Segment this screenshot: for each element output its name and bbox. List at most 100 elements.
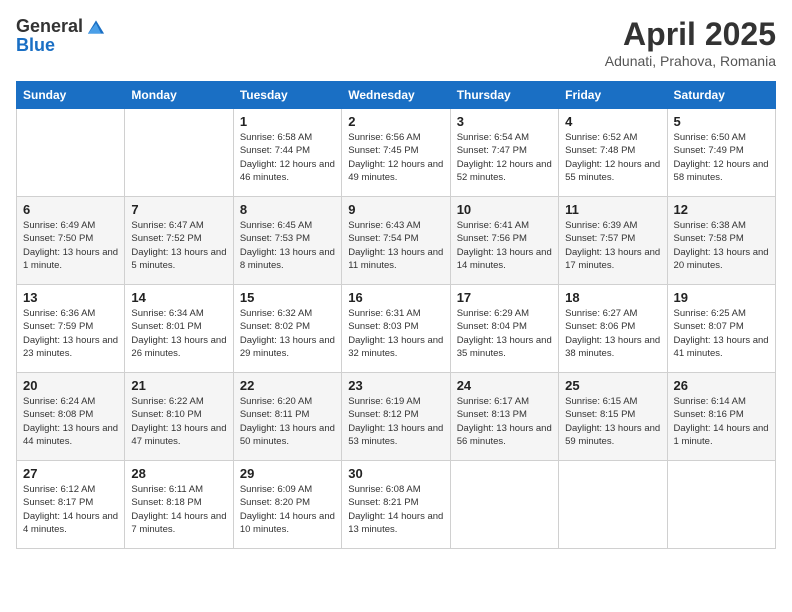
calendar-cell: 26 Sunrise: 6:14 AMSunset: 8:16 PMDayligh…: [667, 373, 775, 461]
calendar-cell: 13 Sunrise: 6:36 AMSunset: 7:59 PMDayligh…: [17, 285, 125, 373]
day-info: Sunrise: 6:58 AMSunset: 7:44 PMDaylight:…: [240, 131, 335, 184]
day-info: Sunrise: 6:19 AMSunset: 8:12 PMDaylight:…: [348, 395, 443, 448]
day-number: 6: [23, 202, 118, 217]
calendar-cell: 24 Sunrise: 6:17 AMSunset: 8:13 PMDayligh…: [450, 373, 558, 461]
logo: General Blue: [16, 16, 107, 56]
calendar-cell: 3 Sunrise: 6:54 AMSunset: 7:47 PMDaylight…: [450, 109, 558, 197]
day-info: Sunrise: 6:20 AMSunset: 8:11 PMDaylight:…: [240, 395, 335, 448]
day-info: Sunrise: 6:32 AMSunset: 8:02 PMDaylight:…: [240, 307, 335, 360]
calendar-cell: 1 Sunrise: 6:58 AMSunset: 7:44 PMDaylight…: [233, 109, 341, 197]
calendar-subtitle: Adunati, Prahova, Romania: [605, 53, 776, 69]
weekday-header-monday: Monday: [125, 82, 233, 109]
day-number: 4: [565, 114, 660, 129]
logo-blue: Blue: [16, 36, 107, 56]
day-number: 3: [457, 114, 552, 129]
page-header: General Blue April 2025 Adunati, Prahova…: [16, 16, 776, 69]
day-info: Sunrise: 6:15 AMSunset: 8:15 PMDaylight:…: [565, 395, 660, 448]
day-info: Sunrise: 6:45 AMSunset: 7:53 PMDaylight:…: [240, 219, 335, 272]
day-info: Sunrise: 6:11 AMSunset: 8:18 PMDaylight:…: [131, 483, 226, 536]
week-row-5: 27Sunrise: 6:12 AMSunset: 8:17 PMDayligh…: [17, 461, 776, 549]
weekday-header-wednesday: Wednesday: [342, 82, 450, 109]
day-number: 1: [240, 114, 335, 129]
day-info: Sunrise: 6:41 AMSunset: 7:56 PMDaylight:…: [457, 219, 552, 272]
day-info: Sunrise: 6:34 AMSunset: 8:01 PMDaylight:…: [131, 307, 226, 360]
day-info: Sunrise: 6:22 AMSunset: 8:10 PMDaylight:…: [131, 395, 226, 448]
day-number: 25: [565, 378, 660, 393]
calendar-cell: [125, 109, 233, 197]
calendar-cell: 28 Sunrise: 6:11 AMSunset: 8:18 PMDayligh…: [125, 461, 233, 549]
calendar-cell: 12 Sunrise: 6:38 AMSunset: 7:58 PMDayligh…: [667, 197, 775, 285]
day-number: 5: [674, 114, 769, 129]
day-number: 21: [131, 378, 226, 393]
day-number: 19: [674, 290, 769, 305]
day-number: 14: [131, 290, 226, 305]
calendar-cell: 14 Sunrise: 6:34 AMSunset: 8:01 PMDayligh…: [125, 285, 233, 373]
week-row-2: 6 Sunrise: 6:49 AMSunset: 7:50 PMDaylight…: [17, 197, 776, 285]
calendar-cell: 5 Sunrise: 6:50 AMSunset: 7:49 PMDaylight…: [667, 109, 775, 197]
calendar-cell: [667, 461, 775, 549]
calendar-cell: 17 Sunrise: 6:29 AMSunset: 8:04 PMDayligh…: [450, 285, 558, 373]
calendar-cell: 7Sunrise: 6:47 AMSunset: 7:52 PMDaylight…: [125, 197, 233, 285]
day-info: Sunrise: 6:25 AMSunset: 8:07 PMDaylight:…: [674, 307, 769, 360]
calendar-cell: 8 Sunrise: 6:45 AMSunset: 7:53 PMDaylight…: [233, 197, 341, 285]
day-number: 7: [131, 202, 226, 217]
day-info: Sunrise: 6:31 AMSunset: 8:03 PMDaylight:…: [348, 307, 443, 360]
calendar-cell: 30Sunrise: 6:08 AMSunset: 8:21 PMDayligh…: [342, 461, 450, 549]
day-info: Sunrise: 6:39 AMSunset: 7:57 PMDaylight:…: [565, 219, 660, 272]
day-number: 24: [457, 378, 552, 393]
calendar-table: SundayMondayTuesdayWednesdayThursdayFrid…: [16, 81, 776, 549]
day-number: 10: [457, 202, 552, 217]
weekday-header-tuesday: Tuesday: [233, 82, 341, 109]
calendar-cell: 20 Sunrise: 6:24 AMSunset: 8:08 PMDayligh…: [17, 373, 125, 461]
weekday-header-friday: Friday: [559, 82, 667, 109]
day-number: 9: [348, 202, 443, 217]
day-number: 12: [674, 202, 769, 217]
day-number: 16: [348, 290, 443, 305]
day-info: Sunrise: 6:24 AMSunset: 8:08 PMDaylight:…: [23, 395, 118, 448]
calendar-cell: 29Sunrise: 6:09 AMSunset: 8:20 PMDayligh…: [233, 461, 341, 549]
calendar-title: April 2025: [605, 16, 776, 53]
day-number: 27: [23, 466, 118, 481]
day-number: 13: [23, 290, 118, 305]
calendar-cell: 25 Sunrise: 6:15 AMSunset: 8:15 PMDayligh…: [559, 373, 667, 461]
day-number: 2: [348, 114, 443, 129]
day-info: Sunrise: 6:29 AMSunset: 8:04 PMDaylight:…: [457, 307, 552, 360]
calendar-cell: 10 Sunrise: 6:41 AMSunset: 7:56 PMDayligh…: [450, 197, 558, 285]
day-info: Sunrise: 6:49 AMSunset: 7:50 PMDaylight:…: [23, 219, 118, 272]
day-number: 18: [565, 290, 660, 305]
day-info: Sunrise: 6:17 AMSunset: 8:13 PMDaylight:…: [457, 395, 552, 448]
calendar-cell: 18Sunrise: 6:27 AMSunset: 8:06 PMDayligh…: [559, 285, 667, 373]
weekday-header-thursday: Thursday: [450, 82, 558, 109]
day-number: 22: [240, 378, 335, 393]
calendar-cell: 9 Sunrise: 6:43 AMSunset: 7:54 PMDaylight…: [342, 197, 450, 285]
calendar-cell: 19 Sunrise: 6:25 AMSunset: 8:07 PMDayligh…: [667, 285, 775, 373]
day-number: 30: [348, 466, 443, 481]
day-info: Sunrise: 6:38 AMSunset: 7:58 PMDaylight:…: [674, 219, 769, 272]
calendar-cell: 16 Sunrise: 6:31 AMSunset: 8:03 PMDayligh…: [342, 285, 450, 373]
weekday-header-sunday: Sunday: [17, 82, 125, 109]
calendar-cell: 6 Sunrise: 6:49 AMSunset: 7:50 PMDaylight…: [17, 197, 125, 285]
day-info: Sunrise: 6:50 AMSunset: 7:49 PMDaylight:…: [674, 131, 769, 184]
week-row-1: 1 Sunrise: 6:58 AMSunset: 7:44 PMDaylight…: [17, 109, 776, 197]
day-info: Sunrise: 6:14 AMSunset: 8:16 PMDaylight:…: [674, 395, 769, 448]
calendar-cell: [559, 461, 667, 549]
day-number: 26: [674, 378, 769, 393]
day-number: 23: [348, 378, 443, 393]
day-info: Sunrise: 6:43 AMSunset: 7:54 PMDaylight:…: [348, 219, 443, 272]
calendar-cell: [17, 109, 125, 197]
calendar-cell: 2Sunrise: 6:56 AMSunset: 7:45 PMDaylight…: [342, 109, 450, 197]
calendar-cell: 15Sunrise: 6:32 AMSunset: 8:02 PMDayligh…: [233, 285, 341, 373]
weekday-header-row: SundayMondayTuesdayWednesdayThursdayFrid…: [17, 82, 776, 109]
weekday-header-saturday: Saturday: [667, 82, 775, 109]
day-info: Sunrise: 6:54 AMSunset: 7:47 PMDaylight:…: [457, 131, 552, 184]
day-number: 28: [131, 466, 226, 481]
day-number: 8: [240, 202, 335, 217]
day-number: 20: [23, 378, 118, 393]
logo-icon: [85, 16, 107, 38]
calendar-cell: 11Sunrise: 6:39 AMSunset: 7:57 PMDayligh…: [559, 197, 667, 285]
day-number: 17: [457, 290, 552, 305]
day-info: Sunrise: 6:09 AMSunset: 8:20 PMDaylight:…: [240, 483, 335, 536]
day-info: Sunrise: 6:36 AMSunset: 7:59 PMDaylight:…: [23, 307, 118, 360]
week-row-3: 13 Sunrise: 6:36 AMSunset: 7:59 PMDayligh…: [17, 285, 776, 373]
calendar-cell: [450, 461, 558, 549]
